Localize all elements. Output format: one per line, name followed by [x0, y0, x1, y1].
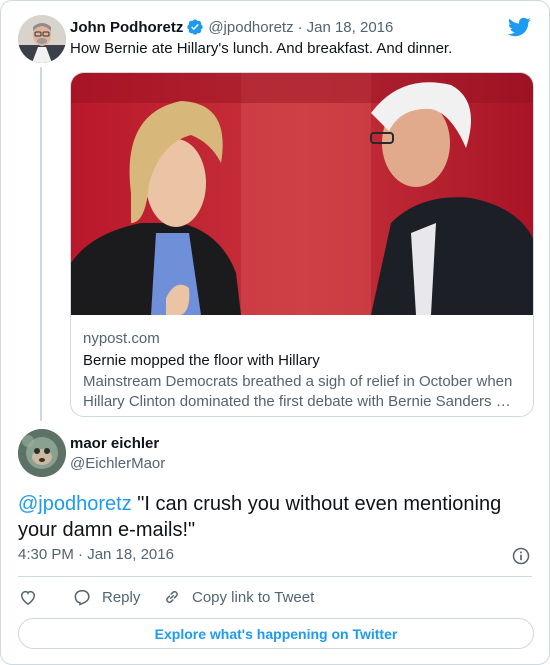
reply-author-avatar[interactable]: [18, 429, 66, 477]
info-icon[interactable]: [511, 546, 531, 566]
explore-twitter-button[interactable]: Explore what's happening on Twitter: [18, 618, 534, 649]
tweet-timestamp[interactable]: 4:30 PM · Jan 18, 2016: [18, 546, 174, 563]
mention-link[interactable]: @jpodhoretz: [18, 493, 132, 515]
link-preview-image: [71, 73, 533, 315]
parent-tweet-date[interactable]: Jan 18, 2016: [307, 19, 394, 36]
link-title: Bernie mopped the floor with Hillary: [83, 352, 320, 369]
reply-author-name[interactable]: maor eichler: [70, 435, 159, 452]
tweet-embed-card: John Podhoretz @jpodhoretz · Jan 18, 201…: [0, 0, 550, 665]
parent-author-handle[interactable]: @jpodhoretz: [208, 19, 293, 36]
like-button[interactable]: [18, 587, 72, 607]
action-divider: [18, 576, 532, 577]
parent-tweet-header: John Podhoretz @jpodhoretz · Jan 18, 201…: [70, 17, 529, 37]
link-preview-meta: nypost.com Bernie mopped the floor with …: [83, 329, 521, 412]
header-separator: ·: [297, 18, 303, 36]
parent-author-avatar[interactable]: [18, 15, 66, 63]
reply-button[interactable]: Reply: [72, 587, 162, 607]
copy-link-label: Copy link to Tweet: [192, 588, 315, 606]
link-icon: [166, 591, 178, 603]
reply-label: Reply: [102, 588, 141, 606]
link-domain: nypost.com: [83, 330, 160, 347]
parent-tweet-text: How Bernie ate Hillary's lunch. And brea…: [70, 40, 453, 57]
link-preview-card[interactable]: nypost.com Bernie mopped the floor with …: [70, 72, 534, 417]
reply-tweet-text: @jpodhoretz "I can crush you without eve…: [18, 491, 529, 543]
thread-connector-line: [40, 67, 42, 421]
reply-bubble-icon: [74, 590, 90, 606]
parent-author-name[interactable]: John Podhoretz: [70, 19, 183, 36]
copy-link-button[interactable]: Copy link to Tweet: [162, 587, 314, 607]
tweet-actions: Reply Copy link to Tweet: [18, 586, 314, 608]
verified-badge-icon: [187, 19, 204, 35]
twitter-bird-icon[interactable]: [507, 15, 531, 39]
link-description: Mainstream Democrats breathed a sigh of …: [83, 373, 513, 410]
reply-author-handle[interactable]: @EichlerMaor: [70, 455, 165, 472]
heart-icon: [20, 590, 36, 605]
